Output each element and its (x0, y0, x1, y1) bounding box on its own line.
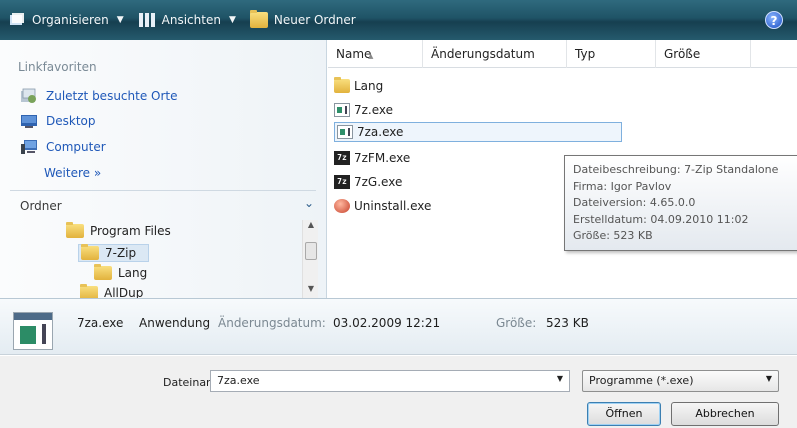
details-modified-value: 03.02.2009 12:21 (333, 316, 441, 330)
folders-collapse-chevron-icon[interactable]: ⌄ (304, 196, 314, 210)
tooltip-line: Firma: Igor Pavlov (573, 179, 672, 193)
favorites-heading: Linkfavoriten (18, 60, 97, 74)
views-label: Ansichten (161, 13, 221, 27)
help-button[interactable]: ? (765, 11, 783, 29)
dialog-footer: Dateiname: 7za.exe ▼ Programme (*.exe) ▼… (0, 356, 797, 428)
filename-value: 7za.exe (217, 374, 260, 387)
favorite-label: Computer (46, 140, 106, 154)
exe-icon (334, 103, 350, 117)
details-type: Anwendung (139, 316, 211, 330)
filetype-select[interactable]: Programme (*.exe) ▼ (582, 370, 779, 392)
file-name: 7z.exe (354, 103, 394, 117)
views-button[interactable]: Ansichten ▼ (138, 12, 236, 28)
nav-divider (10, 190, 316, 191)
tree-node-label: Program Files (90, 224, 171, 238)
file-row-7zfm[interactable]: 7z 7zFM.exe (334, 148, 410, 168)
folder-icon (94, 264, 112, 280)
tree-node-program-files[interactable]: Program Files (66, 222, 171, 238)
file-thumbnail-icon (13, 312, 53, 350)
7zip-icon: 7z (334, 175, 350, 189)
tooltip-line: Dateiversion: 4.65.0.0 (573, 196, 696, 209)
details-filename: 7za.exe (77, 316, 124, 330)
folder-tree-scrollbar[interactable]: ▲ ▼ (302, 220, 318, 298)
details-size-label: Größe: (496, 316, 537, 330)
folder-icon (334, 77, 350, 93)
favorite-label: Zuletzt besuchte Orte (46, 89, 178, 103)
column-label: Name (336, 47, 372, 61)
file-info-tooltip: Dateibeschreibung: 7-Zip Standalone Firm… (564, 155, 797, 251)
favorite-desktop[interactable]: Desktop (20, 113, 96, 129)
organize-button[interactable]: Organisieren ▼ (8, 12, 124, 28)
details-modified-label: Änderungsdatum: (218, 316, 326, 330)
scroll-up-icon[interactable]: ▲ (303, 220, 319, 234)
scrollbar-thumb[interactable] (305, 242, 317, 260)
file-row-7z[interactable]: 7z.exe (334, 100, 393, 120)
column-headers: ▲ Name Änderungsdatum Typ Größe (328, 40, 797, 68)
tree-node-lang[interactable]: Lang (94, 264, 148, 280)
column-header-size[interactable]: Größe (656, 40, 751, 68)
sort-ascending-icon: ▲ (368, 52, 374, 60)
filetype-dropdown-icon: ▼ (765, 374, 772, 383)
exe-icon (337, 125, 353, 139)
folders-heading[interactable]: Ordner (20, 199, 62, 213)
file-row-uninstall[interactable]: Uninstall.exe (334, 196, 431, 216)
file-name: 7zFM.exe (354, 151, 411, 165)
details-size-value: 523 KB (546, 316, 589, 330)
file-row-7zg[interactable]: 7z 7zG.exe (334, 172, 402, 192)
new-folder-label: Neuer Ordner (273, 13, 356, 27)
uninstall-icon (334, 199, 350, 213)
organize-icon (10, 13, 24, 25)
tooltip-line: Größe: 523 KB (573, 229, 653, 242)
new-folder-button[interactable]: Neuer Ordner (249, 10, 356, 28)
column-header-name[interactable]: ▲ Name (328, 40, 423, 68)
favorite-label: Desktop (46, 114, 96, 128)
filename-input[interactable]: 7za.exe ▼ (210, 370, 570, 392)
column-header-modified[interactable]: Änderungsdatum (423, 40, 567, 68)
organize-dropdown-arrow-icon: ▼ (116, 15, 124, 25)
views-dropdown-arrow-icon: ▼ (228, 15, 236, 25)
file-name: 7zG.exe (354, 175, 403, 189)
folder-icon (80, 284, 98, 298)
scroll-down-icon[interactable]: ▼ (303, 284, 319, 298)
new-folder-icon (249, 10, 268, 28)
file-name: Lang (354, 79, 384, 93)
file-open-dialog: Organisieren ▼ Ansichten ▼ Neuer Ordner … (0, 0, 797, 428)
views-icon (138, 13, 155, 27)
toolbar: Organisieren ▼ Ansichten ▼ Neuer Ordner … (0, 0, 797, 40)
folder-icon (81, 244, 99, 260)
file-row-7za[interactable]: 7za.exe (334, 122, 622, 142)
navigation-pane: Linkfavoriten Zuletzt besuchte Orte Desk… (0, 40, 327, 298)
7zip-icon: 7z (334, 151, 350, 165)
tree-node-7zip[interactable]: 7-Zip (78, 244, 150, 262)
file-name: 7za.exe (357, 125, 404, 139)
desktop-icon (21, 115, 37, 128)
favorite-recent-places[interactable]: Zuletzt besuchte Orte (20, 88, 178, 104)
filetype-value: Programme (*.exe) (589, 374, 694, 387)
tooltip-line: Erstelldatum: 04.09.2010 11:02 (573, 212, 749, 226)
column-header-type[interactable]: Typ (567, 40, 656, 68)
column-label: Größe (664, 47, 701, 61)
file-row-lang[interactable]: Lang (334, 76, 383, 96)
details-pane: 7za.exe Anwendung Änderungsdatum: 03.02.… (0, 298, 797, 355)
favorite-computer[interactable]: Computer (20, 139, 106, 155)
organize-label: Organisieren (32, 13, 109, 27)
open-button[interactable]: Öffnen (587, 402, 661, 426)
tree-node-alldup[interactable]: AllDup (80, 284, 144, 298)
more-favorites-link[interactable]: Weitere » (44, 166, 101, 180)
column-label: Typ (575, 47, 596, 61)
tree-node-label: AllDup (104, 286, 144, 298)
computer-icon (21, 140, 37, 154)
cancel-button[interactable]: Abbrechen (671, 402, 779, 426)
tooltip-line: Dateibeschreibung: 7-Zip Standalone (573, 163, 779, 176)
recent-places-icon (21, 88, 36, 103)
tree-node-label: 7-Zip (105, 246, 137, 260)
file-name: Uninstall.exe (354, 199, 432, 213)
filename-history-dropdown-icon[interactable]: ▼ (557, 374, 563, 383)
column-label: Änderungsdatum (431, 47, 535, 61)
tree-node-label: Lang (118, 266, 148, 280)
folder-tree: Program Files 7-Zip Lang AllDup (10, 220, 302, 298)
folder-icon (66, 222, 84, 238)
